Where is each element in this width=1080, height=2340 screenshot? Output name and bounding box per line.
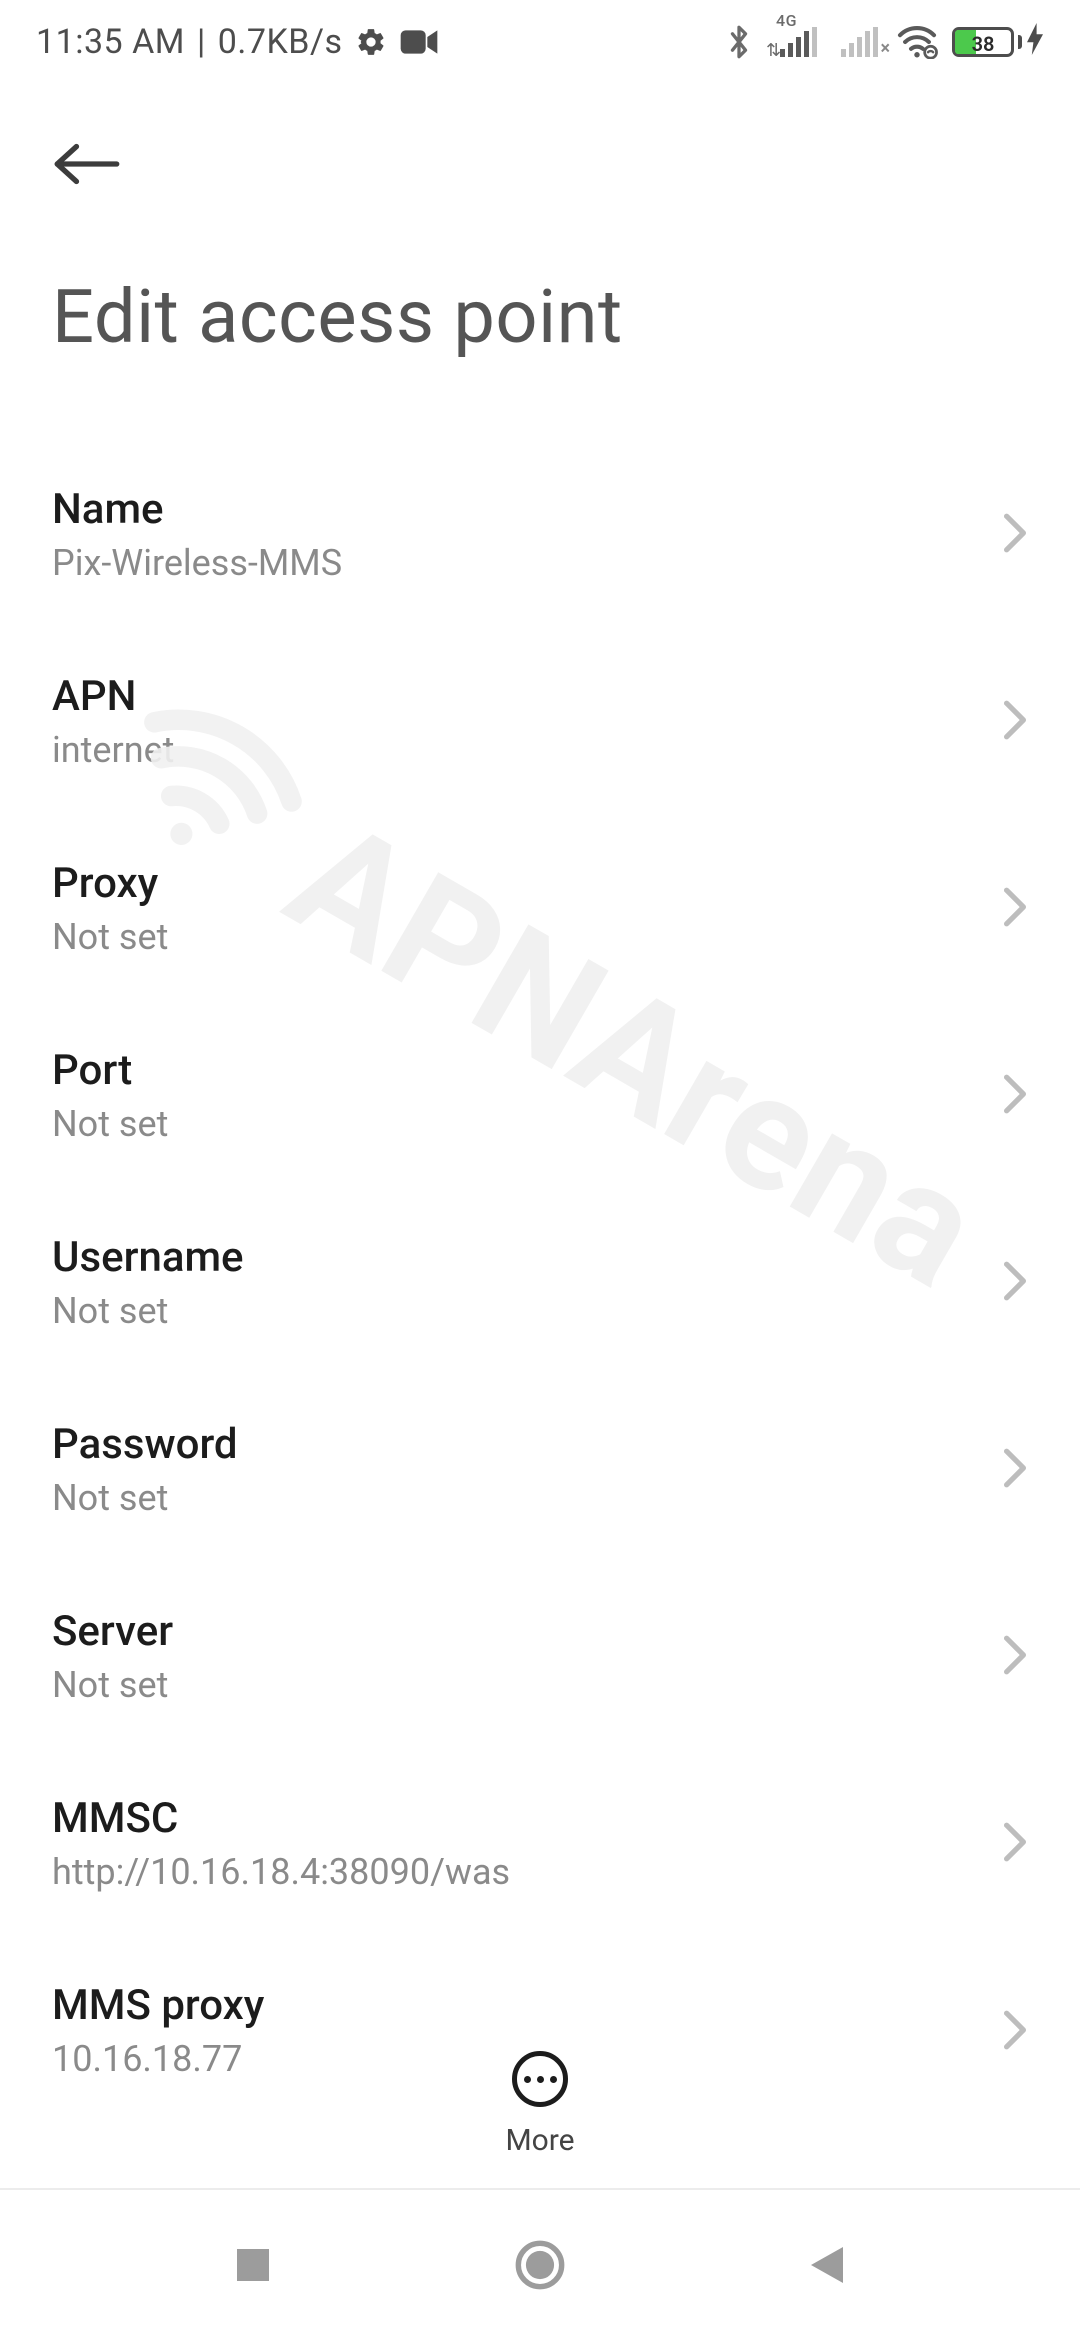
- setting-row-username[interactable]: Username Not set: [52, 1189, 1028, 1376]
- setting-label: MMSC: [52, 1794, 510, 1843]
- dot-icon: [550, 2076, 557, 2083]
- status-data-rate: 0.7KB/s: [218, 22, 343, 62]
- setting-value: Not set: [52, 1477, 238, 1519]
- status-left: 11:35 AM | 0.7KB/s: [36, 22, 439, 62]
- bluetooth-icon: [726, 24, 752, 60]
- setting-value: Not set: [52, 1103, 168, 1145]
- signal-updown-icon: ⇅: [766, 45, 781, 57]
- charging-icon: [1026, 23, 1044, 62]
- signal-sim2: ×: [841, 27, 878, 57]
- chevron-right-icon: [1002, 886, 1028, 932]
- battery-indicator: 38: [952, 23, 1044, 62]
- setting-row-server[interactable]: Server Not set: [52, 1563, 1028, 1750]
- more-label: More: [505, 2123, 574, 2158]
- setting-value: Not set: [52, 916, 168, 958]
- setting-row-password[interactable]: Password Not set: [52, 1376, 1028, 1563]
- status-divider: |: [197, 22, 206, 62]
- square-icon: [233, 2245, 273, 2285]
- setting-label: Password: [52, 1420, 238, 1469]
- setting-value: Pix-Wireless-MMS: [52, 542, 342, 584]
- setting-label: MMS proxy: [52, 1981, 264, 2030]
- chevron-right-icon: [1002, 699, 1028, 745]
- gear-icon: [355, 26, 387, 58]
- signal-4g-label: 4G: [776, 11, 797, 30]
- arrow-left-icon: [52, 139, 122, 189]
- settings-list: Name Pix-Wireless-MMS APN internet Proxy…: [0, 441, 1080, 2082]
- dot-icon: [524, 2076, 531, 2083]
- signal-bars-1: [780, 27, 817, 57]
- wifi-icon: [896, 25, 938, 59]
- navigation-bar: [0, 2190, 1080, 2340]
- circle-icon: [514, 2239, 566, 2291]
- status-right: 4G ⇅ × 38: [726, 23, 1044, 62]
- setting-value: Not set: [52, 1290, 244, 1332]
- setting-value: Not set: [52, 1664, 173, 1706]
- chevron-right-icon: [1002, 1260, 1028, 1306]
- chevron-right-icon: [1002, 2009, 1028, 2055]
- setting-label: Name: [52, 485, 342, 534]
- back-button[interactable]: [52, 124, 132, 204]
- chevron-right-icon: [1002, 1073, 1028, 1119]
- signal-bars-2: [841, 27, 878, 57]
- status-time: 11:35 AM: [36, 22, 185, 62]
- triangle-left-icon: [807, 2243, 847, 2287]
- signal-x-icon: ×: [880, 38, 890, 59]
- setting-row-mmsc[interactable]: MMSC http://10.16.18.4:38090/was: [52, 1750, 1028, 1937]
- setting-row-apn[interactable]: APN internet: [52, 628, 1028, 815]
- chevron-right-icon: [1002, 1447, 1028, 1493]
- setting-value: http://10.16.18.4:38090/was: [52, 1851, 510, 1893]
- nav-back-button[interactable]: [767, 2205, 887, 2325]
- app-header: Edit access point: [0, 84, 1080, 361]
- setting-row-proxy[interactable]: Proxy Not set: [52, 815, 1028, 1002]
- setting-label: Username: [52, 1233, 244, 1282]
- setting-row-port[interactable]: Port Not set: [52, 1002, 1028, 1189]
- dot-icon: [537, 2076, 544, 2083]
- setting-label: Proxy: [52, 859, 168, 908]
- setting-label: Port: [52, 1046, 168, 1095]
- page-title: Edit access point: [52, 274, 1028, 361]
- setting-label: APN: [52, 672, 174, 721]
- nav-home-button[interactable]: [480, 2205, 600, 2325]
- chevron-right-icon: [1002, 1821, 1028, 1867]
- setting-value: internet: [52, 729, 174, 771]
- battery-percent: 38: [955, 32, 1011, 56]
- nav-recent-button[interactable]: [193, 2205, 313, 2325]
- chevron-right-icon: [1002, 512, 1028, 558]
- action-bar: More: [0, 2051, 1080, 2190]
- setting-row-name[interactable]: Name Pix-Wireless-MMS: [52, 441, 1028, 628]
- setting-label: Server: [52, 1607, 173, 1656]
- status-bar: 11:35 AM | 0.7KB/s 4G ⇅ ×: [0, 0, 1080, 84]
- more-button[interactable]: [512, 2051, 568, 2107]
- signal-sim1: 4G ⇅: [780, 27, 817, 57]
- video-icon: [399, 28, 439, 56]
- chevron-right-icon: [1002, 1634, 1028, 1680]
